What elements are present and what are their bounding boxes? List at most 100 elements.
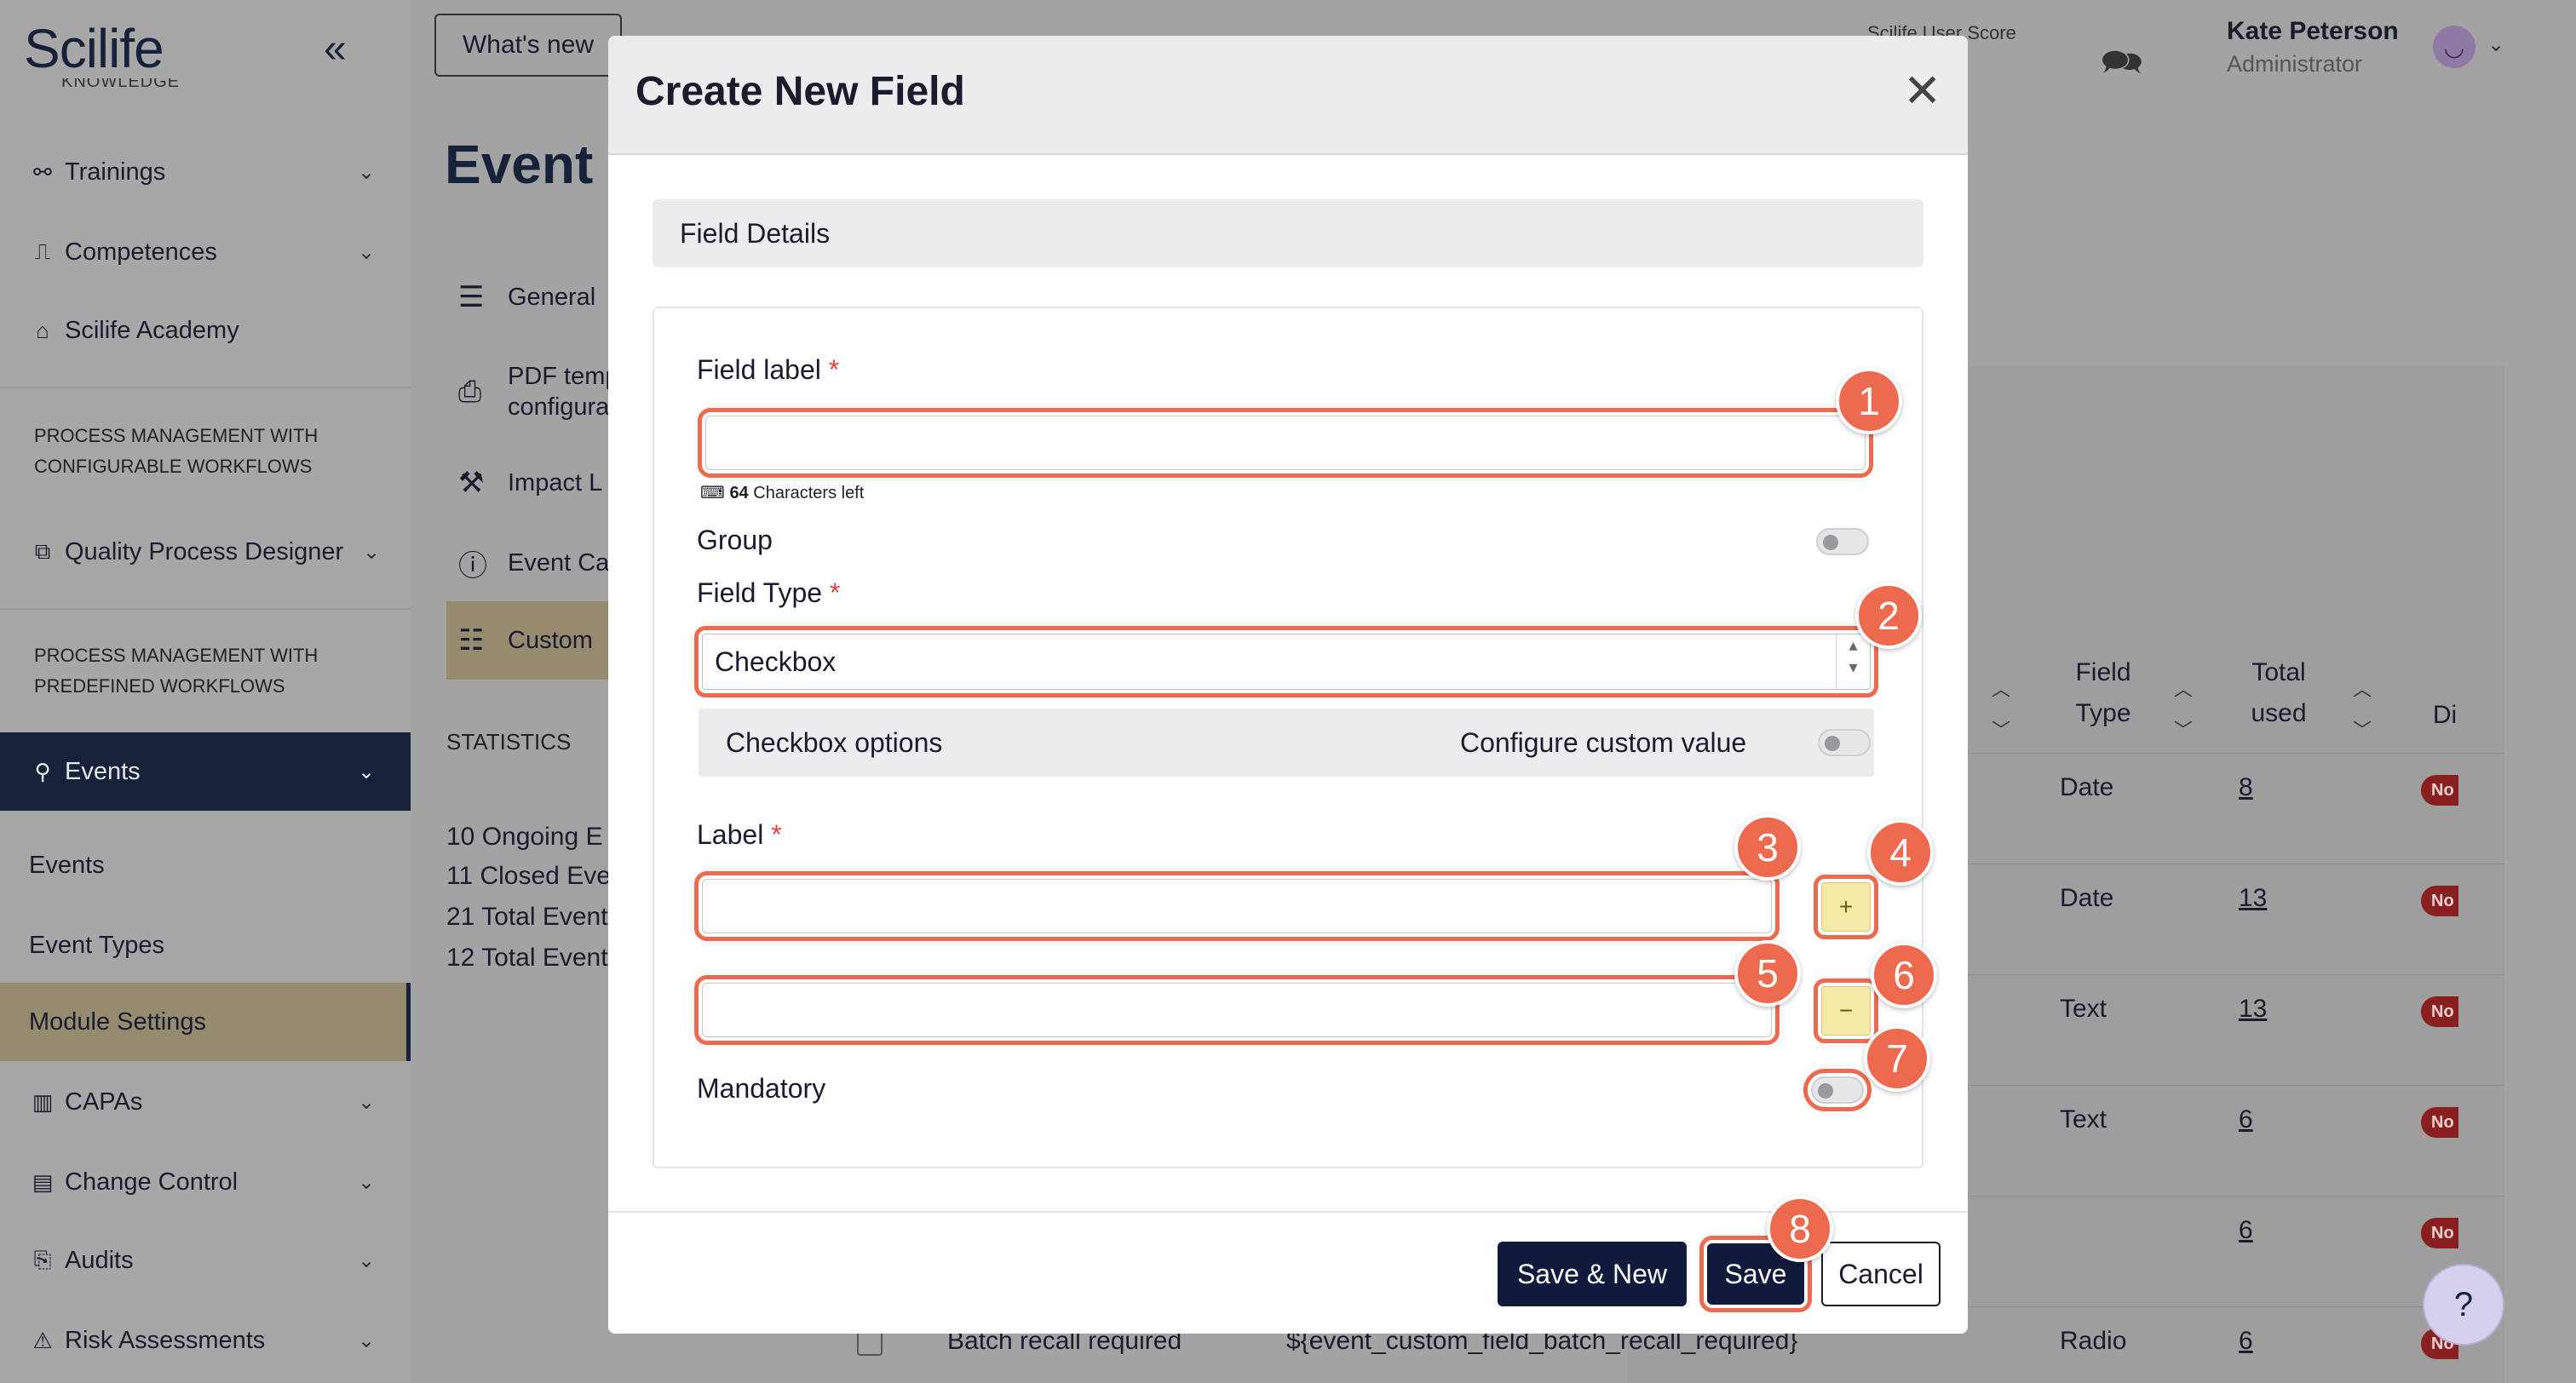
add-option-button[interactable]: + (1814, 875, 1878, 939)
sort-icon[interactable]: ︿ ﹀ (1992, 669, 2010, 751)
help-button[interactable]: ? (2423, 1264, 2504, 1346)
field-label-input[interactable] (698, 408, 1873, 478)
sidebar-item-capas[interactable]: ▥ CAPAs ⌄ (0, 1065, 411, 1139)
sort-icon[interactable]: ︿ ﹀ (2353, 669, 2372, 751)
label-text: Field Type (697, 577, 823, 608)
table-cell-used-link[interactable]: 8 (2239, 773, 2253, 802)
annotation-badge-2: 2 (1855, 582, 1922, 649)
modal-header: Create New Field ✕ (608, 36, 1968, 155)
checkbox-options-bar: Checkbox options Configure custom value (699, 709, 1874, 777)
sidebar-subitem-events[interactable]: Events (0, 828, 411, 903)
cancel-button[interactable]: Cancel (1821, 1242, 1941, 1306)
annotation-badge-8: 8 (1767, 1196, 1833, 1262)
option-label-input-1[interactable] (694, 871, 1780, 941)
hammer-icon: ⚒ (458, 467, 485, 499)
sidebar-item-quality-process-designer[interactable]: ⧉ Quality Process Designer ⌄ (0, 514, 411, 589)
document-icon: ▤ (32, 1168, 54, 1195)
statistics-title: STATISTICS (446, 729, 572, 755)
configure-custom-value-label: Configure custom value (1460, 727, 1747, 758)
table-cell-type: Text (2060, 1105, 2107, 1133)
scilife-logo[interactable]: Scilife (24, 17, 164, 80)
user-name[interactable]: Kate Peterson (2227, 17, 2399, 46)
page-title: Event (445, 134, 594, 195)
sidebar-divider (0, 387, 411, 388)
avatar[interactable]: ◡ (2433, 26, 2475, 68)
sidebar-subitem-event-types[interactable]: Event Types (0, 908, 411, 983)
pin-icon: ⚲ (34, 758, 51, 784)
chevron-down-icon[interactable]: ⌄ (2487, 32, 2504, 57)
sidebar-item-change-control[interactable]: ▤ Change Control ⌄ (0, 1145, 411, 1219)
sidebar-item-label: Risk Assessments (65, 1326, 266, 1354)
chart-icon: ⎍ (34, 238, 51, 264)
stat-ongoing: 10 Ongoing E (446, 823, 603, 851)
characters-left-text: Characters left (753, 484, 865, 502)
column-header-line: Total (2251, 658, 2306, 686)
group-toggle[interactable] (1816, 528, 1869, 555)
sidebar-item-label: CAPAs (65, 1087, 143, 1116)
close-icon[interactable]: ✕ (1903, 68, 1941, 114)
annotation-badge-4: 4 (1867, 819, 1934, 886)
sidebar-item-risk-assessments[interactable]: ⚠ Risk Assessments ⌄ (0, 1303, 411, 1378)
sidebar-item-label: Change Control (65, 1168, 239, 1196)
dropdown-arrow-icon[interactable]: ▴ ▾ (1836, 634, 1870, 689)
table-cell-used-link[interactable]: 13 (2239, 995, 2267, 1024)
sidebar-item-audits[interactable]: ⎘ Audits ⌄ (0, 1223, 411, 1298)
mandatory-toggle[interactable] (1803, 1069, 1872, 1111)
sidebar-item-events[interactable]: ⚲ Events ⌄ (0, 732, 411, 811)
table-cell-type: Date (2060, 773, 2114, 801)
status-badge: No (2421, 886, 2458, 916)
sidebar-item-label: Module Settings (29, 1007, 206, 1036)
status-badge: No (2421, 1218, 2458, 1248)
field-type-select[interactable]: Checkbox ▴ ▾ (694, 626, 1878, 697)
whats-new-button[interactable]: What's new (434, 14, 622, 77)
section-knowledge: KNOWLEDGE (61, 78, 181, 91)
bar-chart-icon: ▥ (32, 1088, 54, 1115)
status-badge: No (2421, 1107, 2458, 1138)
sidebar-item-trainings[interactable]: ⚯ Trainings ⌄ (0, 135, 411, 209)
table-cell-used-link[interactable]: 6 (2239, 1105, 2253, 1134)
chat-icon[interactable]: 🗪 (2101, 37, 2143, 95)
settings-nav-impact-level[interactable]: ⚒ Impact L (446, 445, 617, 521)
annotation-badge-5: 5 (1734, 940, 1801, 1007)
section-predefined-workflows: PROCESS MANAGEMENT WITH PREDEFINED WORKF… (34, 645, 319, 697)
settings-nav-custom-fields[interactable]: ☷ Custom (446, 601, 617, 680)
modal-title: Create New Field (635, 69, 965, 114)
row-checkbox[interactable] (857, 1330, 883, 1356)
chevron-down-icon: ⌄ (358, 1328, 376, 1352)
workflow-icon: ⧉ (34, 538, 51, 564)
sidebar-subitem-module-settings[interactable]: Module Settings (0, 983, 411, 1061)
mandatory-label: Mandatory (697, 1073, 826, 1104)
stat-closed: 11 Closed Eve (446, 862, 611, 890)
remove-option-button[interactable]: − (1814, 978, 1878, 1043)
collapse-sidebar-icon[interactable]: « (324, 26, 347, 72)
handshake-icon: ⚯ (33, 158, 52, 185)
chevron-down-icon: ⌄ (358, 1090, 376, 1114)
section-configurable-workflows: PROCESS MANAGEMENT WITH CONFIGURABLE WOR… (34, 425, 319, 477)
sidebar-item-scilife-academy[interactable]: ⌂ Scilife Academy (0, 293, 411, 368)
configure-custom-value-toggle[interactable] (1818, 729, 1871, 756)
chevron-down-icon: ⌄ (358, 760, 376, 783)
chevron-down-icon: ⌄ (358, 160, 376, 184)
column-header-line: used (2251, 699, 2307, 727)
keyboard-icon: ⌨ (700, 484, 725, 502)
field-label-label: Field label * (697, 354, 839, 386)
sidebar-item-label: Events (65, 757, 141, 785)
sidebar-item-competences[interactable]: ⎍ Competences ⌄ (0, 215, 411, 290)
table-cell-used-link[interactable]: 13 (2239, 884, 2267, 913)
table-cell-used-link[interactable]: 6 (2239, 1327, 2253, 1356)
sort-icon[interactable]: ︿ ﹀ (2174, 669, 2193, 751)
annotation-badge-6: 6 (1871, 942, 1937, 1008)
info-circle-icon: ⓘ (458, 549, 487, 582)
settings-nav-pdf-template[interactable]: ⎙ PDF temp configura (446, 349, 619, 434)
sliders-icon: ☰ (458, 281, 485, 313)
settings-nav-event-category[interactable]: ⓘ Event Ca (446, 525, 617, 601)
table-cell-used-link[interactable]: 6 (2239, 1216, 2253, 1245)
settings-nav-general[interactable]: ☰ General (446, 259, 617, 336)
option-label-input-2[interactable] (694, 975, 1780, 1045)
column-header-total-used[interactable]: Total used (2232, 652, 2326, 734)
save-and-new-button[interactable]: Save & New (1498, 1242, 1687, 1306)
label-text: Label (697, 819, 764, 850)
question-icon: ? (2453, 1285, 2474, 1323)
column-header-field-type[interactable]: Field Type (2056, 652, 2150, 734)
sidebar-item-label: Scilife Academy (65, 316, 239, 344)
